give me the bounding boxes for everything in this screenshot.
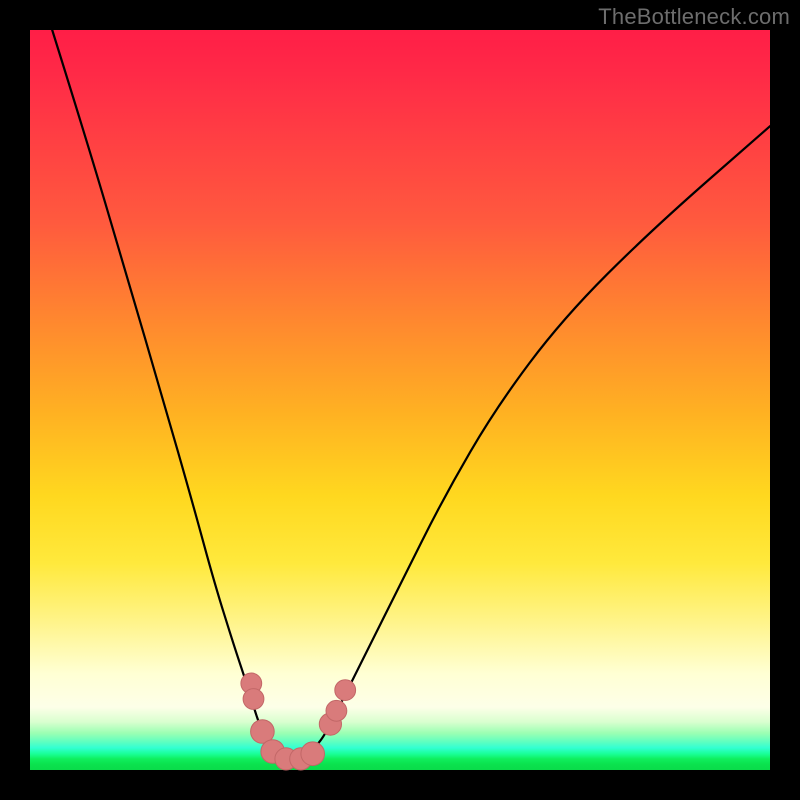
- curve-marker: [243, 689, 264, 710]
- curve-marker: [301, 742, 325, 766]
- curve-marker: [335, 680, 356, 701]
- marker-group: [241, 673, 356, 770]
- watermark-text: TheBottleneck.com: [598, 4, 790, 30]
- bottleneck-curve: [52, 30, 770, 759]
- chart-frame: TheBottleneck.com: [0, 0, 800, 800]
- curve-layer: [30, 30, 770, 770]
- curve-marker: [326, 700, 347, 721]
